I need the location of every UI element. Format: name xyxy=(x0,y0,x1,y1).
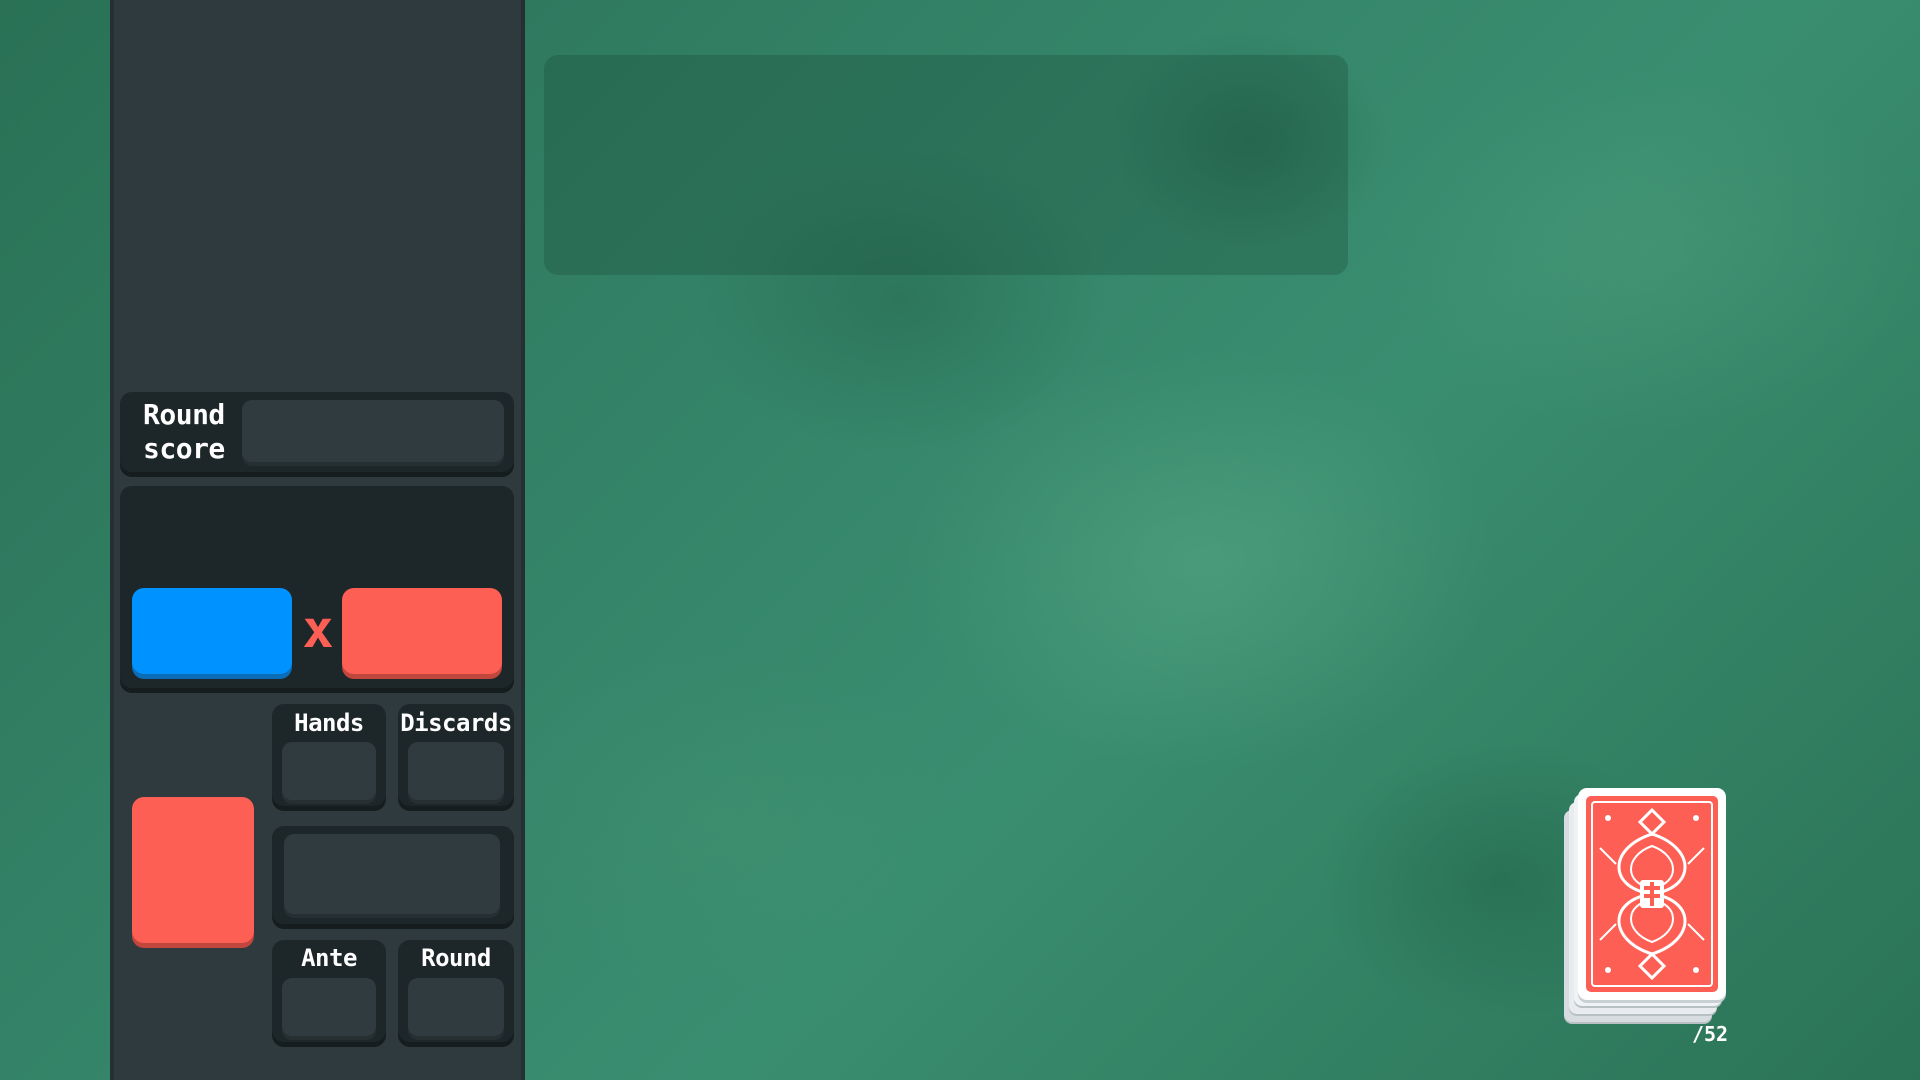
hands-label: Hands xyxy=(294,709,364,737)
round-value-box xyxy=(408,978,504,1036)
ante-value-box xyxy=(282,978,376,1036)
ante-label: Ante xyxy=(301,944,357,972)
mult-box xyxy=(342,588,502,674)
hands-value-box xyxy=(282,742,376,800)
round-score-value-box xyxy=(242,400,504,462)
card-back[interactable] xyxy=(1578,788,1726,1000)
deck-pile[interactable] xyxy=(1564,788,1726,1022)
multiply-icon: x xyxy=(302,600,334,660)
run-info-button[interactable] xyxy=(132,797,254,943)
deck-count: /52 xyxy=(1691,1022,1729,1046)
round-score-label: Round score xyxy=(143,398,225,465)
discards-label: Discards xyxy=(400,709,512,737)
jokers-area xyxy=(544,55,1348,275)
card-back-icon xyxy=(1586,796,1718,992)
discards-value-box xyxy=(408,742,504,800)
chips-box xyxy=(132,588,292,674)
money-value-box xyxy=(284,834,500,914)
round-label: Round xyxy=(421,944,491,972)
